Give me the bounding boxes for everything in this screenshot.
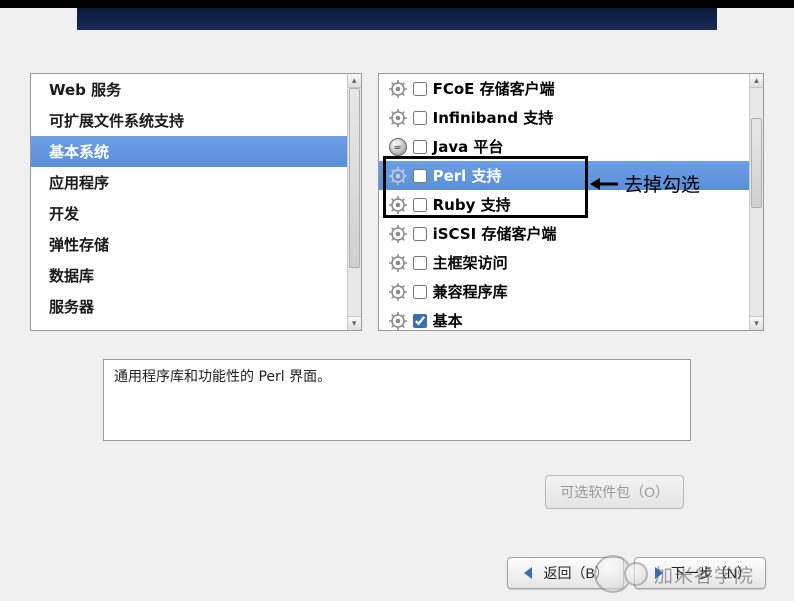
scroll-down-icon[interactable]: ▾	[348, 316, 361, 330]
gear-icon	[389, 109, 407, 127]
window-top-border	[0, 0, 794, 8]
package-label: iSCSI 存储客户端	[433, 223, 739, 244]
category-item-extfs[interactable]: 可扩展文件系统支持	[31, 105, 347, 136]
selection-panels: Web 服务 可扩展文件系统支持 基本系统 应用程序 开发 弹性存储 数据库 服…	[0, 30, 794, 331]
package-checkbox[interactable]	[413, 256, 427, 270]
java-icon	[389, 138, 407, 156]
package-label: 主框架访问	[433, 252, 739, 273]
package-checkbox[interactable]	[413, 227, 427, 241]
package-item-java[interactable]: Java 平台	[379, 132, 749, 161]
back-button-label: 返回（B）	[544, 563, 609, 583]
arrow-left-icon	[522, 565, 538, 581]
package-checkbox[interactable]	[413, 285, 427, 299]
arrow-right-icon	[649, 565, 665, 581]
gear-icon	[389, 167, 407, 185]
scroll-thumb[interactable]	[751, 118, 762, 208]
header-banner	[77, 8, 717, 30]
gear-icon	[389, 80, 407, 98]
category-item-apps[interactable]: 应用程序	[31, 167, 347, 198]
scroll-up-icon[interactable]: ▴	[348, 74, 361, 88]
gear-icon	[389, 225, 407, 243]
package-checkbox[interactable]	[413, 169, 427, 183]
scroll-down-icon[interactable]: ▾	[750, 316, 763, 330]
description-box: 通用程序库和功能性的 Perl 界面。	[103, 359, 691, 441]
nav-buttons: 返回（B） 下一步（N）	[507, 557, 766, 589]
scroll-thumb[interactable]	[349, 88, 360, 268]
category-item-basesystem[interactable]: 基本系统	[31, 136, 347, 167]
package-panel: FCoE 存储客户端 Infiniband 支持 Java 平台 Perl 支持	[378, 73, 764, 331]
package-label: 基本	[433, 310, 739, 330]
package-checkbox[interactable]	[413, 140, 427, 154]
category-item-server[interactable]: 服务器	[31, 291, 347, 322]
package-checkbox[interactable]	[413, 198, 427, 212]
package-checkbox[interactable]	[413, 314, 427, 328]
back-button[interactable]: 返回（B）	[507, 557, 624, 589]
scroll-up-icon[interactable]: ▴	[750, 74, 763, 88]
package-list[interactable]: FCoE 存储客户端 Infiniband 支持 Java 平台 Perl 支持	[379, 74, 749, 330]
package-item-mainframe[interactable]: 主框架访问	[379, 248, 749, 277]
package-checkbox[interactable]	[413, 82, 427, 96]
package-label: Infiniband 支持	[433, 107, 739, 128]
gear-icon	[389, 312, 407, 330]
package-item-fcoe[interactable]: FCoE 存储客户端	[379, 74, 749, 103]
category-item-elastic-storage[interactable]: 弹性存储	[31, 229, 347, 260]
package-item-iscsi[interactable]: iSCSI 存储客户端	[379, 219, 749, 248]
gear-icon	[389, 254, 407, 272]
package-label: Perl 支持	[433, 165, 739, 186]
category-panel: Web 服务 可扩展文件系统支持 基本系统 应用程序 开发 弹性存储 数据库 服…	[30, 73, 362, 331]
gear-icon	[389, 196, 407, 214]
category-list[interactable]: Web 服务 可扩展文件系统支持 基本系统 应用程序 开发 弹性存储 数据库 服…	[31, 74, 347, 330]
category-item-web[interactable]: Web 服务	[31, 74, 347, 105]
package-label: Java 平台	[433, 136, 739, 157]
optional-packages-button: 可选软件包（O）	[545, 475, 684, 509]
package-item-perl[interactable]: Perl 支持	[379, 161, 749, 190]
package-label: FCoE 存储客户端	[433, 78, 739, 99]
package-item-infiniband[interactable]: Infiniband 支持	[379, 103, 749, 132]
category-item-database[interactable]: 数据库	[31, 260, 347, 291]
package-scrollbar[interactable]: ▴ ▾	[749, 74, 763, 330]
package-label: Ruby 支持	[433, 194, 739, 215]
category-item-desktop[interactable]: 桌面	[31, 322, 347, 330]
next-button-label: 下一步（N）	[671, 563, 751, 583]
category-scrollbar[interactable]: ▴ ▾	[347, 74, 361, 330]
package-item-ruby[interactable]: Ruby 支持	[379, 190, 749, 219]
package-checkbox[interactable]	[413, 111, 427, 125]
package-item-compat[interactable]: 兼容程序库	[379, 277, 749, 306]
package-label: 兼容程序库	[433, 281, 739, 302]
category-item-devel[interactable]: 开发	[31, 198, 347, 229]
package-item-base[interactable]: 基本	[379, 306, 749, 330]
next-button[interactable]: 下一步（N）	[634, 557, 766, 589]
gear-icon	[389, 283, 407, 301]
